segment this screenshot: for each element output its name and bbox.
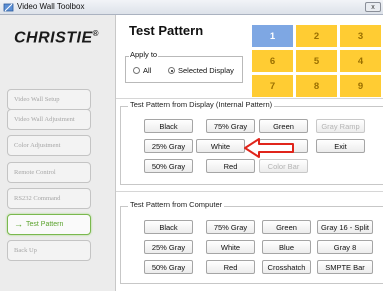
title-bar: Video Wall Toolbox x: [0, 0, 383, 15]
radio-all[interactable]: All: [133, 66, 151, 75]
radio-icon: [133, 67, 140, 74]
display-cell-4[interactable]: 4: [339, 49, 382, 73]
computer-blue-button[interactable]: Blue: [262, 240, 311, 254]
computer-black-button[interactable]: Black: [144, 220, 193, 234]
computer-smpte-bar-button[interactable]: SMPTE Bar: [317, 260, 373, 274]
divider: [116, 98, 383, 99]
display-cell-7[interactable]: 7: [251, 74, 294, 98]
computer-gray-8-button[interactable]: Gray 8: [317, 240, 373, 254]
app-icon: [3, 3, 14, 12]
sidebar-item-video-wall-setup[interactable]: Video Wall Setup: [7, 89, 91, 110]
display-cell-2[interactable]: 2: [295, 24, 338, 48]
computer-green-button[interactable]: Green: [262, 220, 311, 234]
window-title: Video Wall Toolbox: [17, 2, 85, 11]
computer-pattern-label: Test Pattern from Computer: [128, 200, 225, 209]
display-cell-9[interactable]: 9: [339, 74, 382, 98]
radio-checked-icon: [168, 67, 175, 74]
sidebar-item-test-pattern[interactable]: → Test Pattern: [7, 214, 91, 235]
display-cell-1[interactable]: 1: [251, 24, 294, 48]
computer-crosshatch-button[interactable]: Crosshatch: [262, 260, 311, 274]
internal-green-button[interactable]: Green: [259, 119, 308, 133]
computer-gray-16-split-button[interactable]: Gray 16 - Split: [317, 220, 373, 234]
internal-50-gray-button[interactable]: 50% Gray: [144, 159, 193, 173]
apply-to-label: Apply to: [129, 50, 159, 59]
christie-logo: CHRISTIE®: [14, 29, 100, 47]
sidebar-item-video-wall-adjustment[interactable]: Video Wall Adjustment: [7, 109, 91, 130]
display-cell-6[interactable]: 6: [251, 49, 294, 73]
computer-white-button[interactable]: White: [206, 240, 255, 254]
arrow-right-icon: →: [14, 219, 23, 229]
divider: [116, 191, 383, 192]
internal-white-button[interactable]: White: [196, 139, 245, 153]
sidebar-item-remote-control[interactable]: Remote Control: [7, 162, 91, 183]
computer-red-button[interactable]: Red: [206, 260, 255, 274]
computer-75-gray-button[interactable]: 75% Gray: [206, 220, 255, 234]
red-arrow-left-icon: [244, 138, 294, 158]
computer-50-gray-button[interactable]: 50% Gray: [144, 260, 193, 274]
display-grid: 1 2 3 6 5 4 7 8 9: [251, 24, 383, 98]
display-cell-8[interactable]: 8: [295, 74, 338, 98]
internal-black-button[interactable]: Black: [144, 119, 193, 133]
internal-color-bar-button[interactable]: Color Bar: [259, 159, 308, 173]
internal-exit-button[interactable]: Exit: [316, 139, 365, 153]
internal-gray-ramp-button[interactable]: Gray Ramp: [316, 119, 365, 133]
internal-pattern-label: Test Pattern from Display (Internal Patt…: [128, 100, 275, 109]
internal-25-gray-button[interactable]: 25% Gray: [144, 139, 193, 153]
sidebar-item-back-up[interactable]: Back Up: [7, 240, 91, 261]
page-title: Test Pattern: [129, 23, 204, 38]
sidebar-item-rs232-command[interactable]: RS232 Command: [7, 188, 91, 209]
computer-25-gray-button[interactable]: 25% Gray: [144, 240, 193, 254]
radio-selected-display[interactable]: Selected Display: [168, 66, 234, 75]
display-cell-3[interactable]: 3: [339, 24, 382, 48]
internal-red-button[interactable]: Red: [206, 159, 255, 173]
close-button[interactable]: x: [365, 2, 381, 12]
internal-75-gray-button[interactable]: 75% Gray: [206, 119, 255, 133]
sidebar-item-color-adjustment[interactable]: Color Adjustment: [7, 135, 91, 156]
display-cell-5[interactable]: 5: [295, 49, 338, 73]
